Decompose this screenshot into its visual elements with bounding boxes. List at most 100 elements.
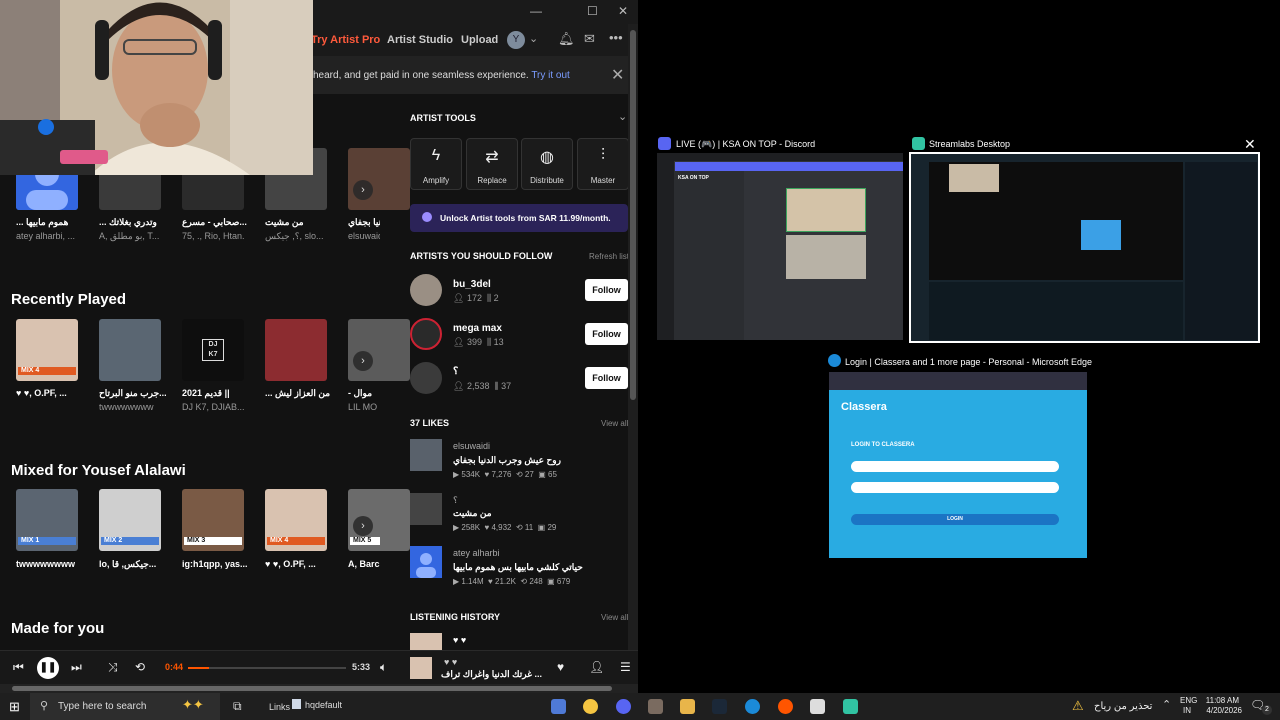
volume-icon[interactable]: 🔈︎ — [380, 660, 387, 675]
tile-label[interactable]: twwwwwwww — [16, 559, 96, 569]
discord-window-title[interactable]: LIVE (🎮) | KSA ON TOP - Discord — [676, 139, 815, 150]
try-artist-pro-link[interactable]: Try Artist Pro — [311, 34, 380, 46]
tile-sub[interactable]: LIL MO — [348, 402, 380, 412]
discord-taskbar-icon[interactable] — [616, 699, 631, 714]
horizontal-scrollbar-thumb[interactable] — [12, 686, 612, 691]
tile-sub[interactable]: DJ K7, DJIAB... — [182, 402, 262, 412]
view-all-likes-link[interactable]: View all — [601, 419, 628, 428]
username-field[interactable] — [851, 461, 1059, 472]
streamlabs-thumbnail[interactable] — [909, 152, 1260, 343]
password-field[interactable] — [851, 482, 1059, 493]
streamlabs-window-title[interactable]: Streamlabs Desktop — [929, 139, 1010, 149]
like-artist[interactable]: ؟ — [453, 495, 458, 506]
try-it-out-link[interactable]: Try it out — [531, 70, 570, 81]
previous-icon[interactable]: ⏮ — [13, 660, 24, 675]
taskbar-search[interactable]: ⚲ Type here to search ✦✦ — [30, 693, 220, 720]
follow-user-icon[interactable]: 👤︎ — [589, 660, 604, 674]
mix-tile-3[interactable]: MIX 3 — [182, 489, 244, 551]
artist-studio-link[interactable]: Artist Studio — [387, 34, 453, 46]
tile-sub[interactable]: 75, ., Rio, Htan. — [182, 231, 262, 241]
tool-distribute[interactable]: ◍ Distribute — [521, 138, 573, 190]
more-icon[interactable]: ••• — [609, 30, 623, 45]
pause-button[interactable]: ❚❚ — [37, 657, 59, 679]
recent-tile-1[interactable]: MIX 4 — [16, 319, 78, 381]
close-icon[interactable]: ✕ — [1244, 136, 1256, 153]
tile-label[interactable]: ♥ ♥, O.PF, ... — [265, 559, 345, 569]
tile-label[interactable]: ♥ ♥, O.PF, ... — [16, 388, 96, 398]
obs-app-icon[interactable] — [810, 699, 825, 714]
monitor-app-icon[interactable] — [551, 699, 566, 714]
upload-link[interactable]: Upload — [461, 34, 498, 46]
clock-date[interactable]: 4/20/2026 — [1200, 706, 1242, 715]
language-code[interactable]: ENG — [1180, 696, 1197, 705]
mix-tile-2[interactable]: MIX 2 — [99, 489, 161, 551]
edge-thumbnail[interactable]: Classera LOGIN TO CLASSERA LOGIN — [829, 372, 1087, 558]
recent-tile-4[interactable] — [265, 319, 327, 381]
like-title[interactable]: حياتي كلشي مابيها بس هموم مابيها — [453, 562, 583, 573]
now-playing-thumbnail[interactable] — [410, 657, 432, 679]
artist-avatar[interactable] — [410, 362, 442, 394]
like-artist[interactable]: elsuwaidi — [453, 441, 490, 451]
edge-window-title[interactable]: Login | Classera and 1 more page - Perso… — [845, 357, 1092, 367]
now-playing-title[interactable]: غرتك الدنيا واغراك تراف ... — [441, 669, 542, 680]
tile-label[interactable]: جرب منو البرتاح... — [99, 388, 179, 399]
clock-time[interactable]: 11:08 AM — [1203, 696, 1239, 705]
now-playing-artist[interactable]: ♥ ♥ — [444, 657, 457, 667]
steam-icon[interactable] — [712, 699, 727, 714]
tool-amplify[interactable]: ϟ Amplify — [410, 138, 462, 190]
recent-tile-5[interactable] — [348, 319, 410, 381]
edge-taskbar-icon[interactable] — [745, 699, 760, 714]
artist-name[interactable]: mega max — [453, 323, 502, 334]
artist-avatar[interactable] — [410, 318, 442, 350]
tile-sub[interactable]: atey alharbi, ... — [16, 231, 96, 241]
tile-label[interactable]: ... هموم مابيها — [16, 217, 96, 228]
login-button[interactable]: LOGIN — [851, 514, 1059, 525]
weather-warning-icon[interactable]: ⚠ — [1072, 698, 1084, 714]
shuffle-icon[interactable]: ⤨ — [108, 660, 118, 675]
mail-icon[interactable]: ✉ — [584, 31, 595, 47]
tile-sub[interactable]: twwwwwwww — [99, 402, 179, 412]
windows-start-icon[interactable]: ⊞ — [9, 699, 20, 715]
like-thumbnail[interactable] — [410, 493, 442, 525]
chevron-down-icon[interactable]: ⌄ — [618, 110, 627, 123]
tile-label[interactable]: ... وتدري بغلاتك — [99, 217, 179, 228]
tile-label[interactable]: ... من العزاز ليش — [265, 388, 345, 399]
tile-label[interactable]: A, Barc — [348, 559, 380, 569]
history-title[interactable]: ♥ ♥ — [453, 635, 466, 645]
next-icon[interactable]: ⏭ — [71, 660, 82, 675]
recent-tile-2[interactable] — [99, 319, 161, 381]
carousel-next-icon[interactable]: › — [353, 516, 373, 536]
tile-sub[interactable]: ؟, جيكس, slo... — [265, 231, 345, 242]
tile-sub[interactable]: elsuwaidi — [348, 231, 380, 241]
like-title[interactable]: من مشيت — [453, 508, 492, 519]
tile-sub[interactable]: A, بو مطلق, T... — [99, 231, 179, 242]
repeat-icon[interactable]: ⟲ — [135, 660, 145, 674]
tile-label[interactable]: صحابي - مسرع... — [182, 217, 262, 228]
tool-replace[interactable]: ⇄ Replace — [466, 138, 518, 190]
top-tile-5[interactable] — [348, 148, 410, 210]
tile-label[interactable]: من مشيت — [265, 217, 345, 228]
streamlabs-taskbar-icon[interactable] — [843, 699, 858, 714]
scrollbar-thumb[interactable] — [630, 30, 636, 400]
follow-button[interactable]: Follow — [585, 279, 628, 301]
like-title[interactable]: روح عيش وجرب الدنيا بجفاي — [453, 455, 561, 466]
recent-tile-3[interactable]: DJ K7 — [182, 319, 244, 381]
history-thumbnail[interactable] — [410, 633, 442, 650]
tool-master[interactable]: ⫶ Master — [577, 138, 629, 190]
task-view-icon[interactable]: ⧉ — [233, 699, 242, 714]
soundcloud-taskbar-icon[interactable] — [778, 699, 793, 714]
tile-label[interactable]: روح عيش وجرب الدنيا بجفاي — [348, 217, 380, 228]
artist-name[interactable]: bu_3del — [453, 279, 491, 290]
maximize-icon[interactable]: ☐ — [587, 4, 598, 18]
progress-track[interactable] — [188, 667, 346, 669]
refresh-list-link[interactable]: Refresh list — [589, 252, 629, 261]
unlock-artist-tools-button[interactable]: Unlock Artist tools from SAR 11.99/month… — [410, 204, 628, 232]
view-all-history-link[interactable]: View all — [601, 613, 628, 622]
tile-label[interactable]: ig:h1qpp, yas... — [182, 559, 262, 569]
photo-app-icon[interactable] — [648, 699, 663, 714]
artist-avatar[interactable] — [410, 274, 442, 306]
carousel-next-icon[interactable]: › — [353, 351, 373, 371]
tile-label[interactable]: 2021 قديم || — [182, 388, 262, 399]
queue-icon[interactable]: ☰ — [620, 660, 631, 674]
follow-button[interactable]: Follow — [585, 323, 628, 345]
